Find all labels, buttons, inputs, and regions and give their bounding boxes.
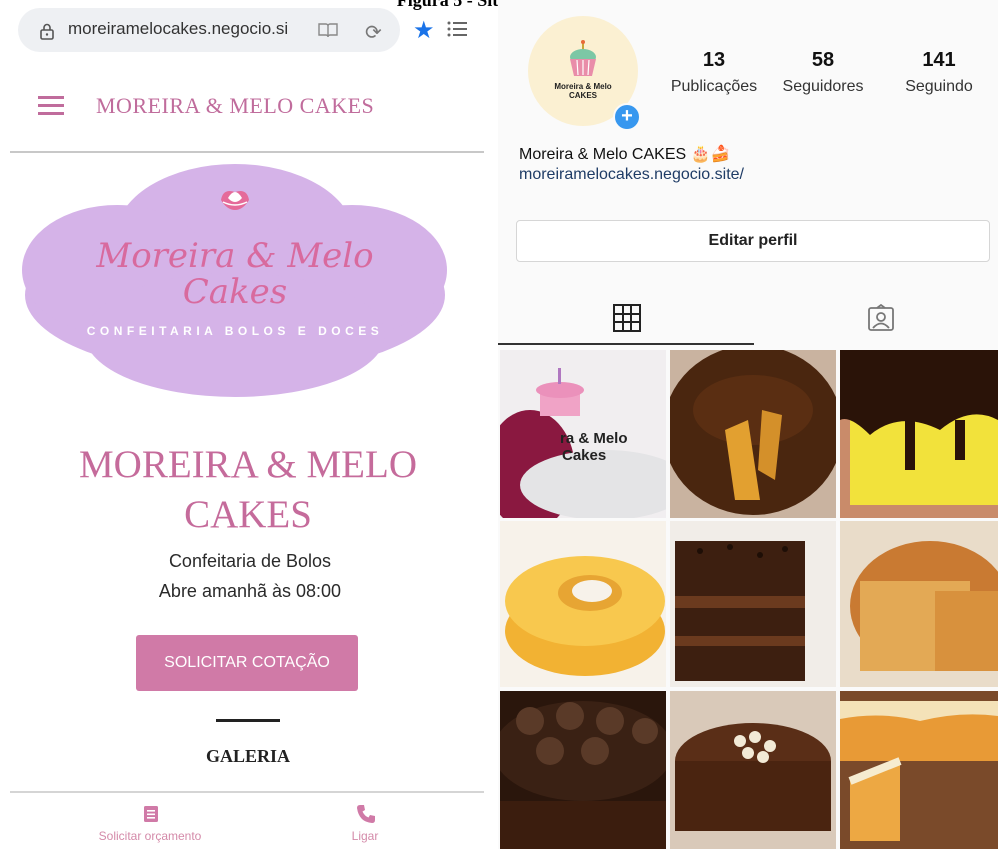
post-image [670, 350, 836, 518]
following-label[interactable]: Seguindo [884, 78, 994, 96]
refresh-icon[interactable]: ⟳ [365, 20, 382, 45]
logo-script-line1: Moreira & Melo [96, 236, 374, 276]
post-thumbnail[interactable] [840, 521, 998, 687]
posts-label[interactable]: Publicações [659, 78, 769, 96]
post-thumbnail[interactable] [840, 691, 998, 849]
following-count[interactable]: 141 [884, 49, 994, 72]
bottom-nav-divider [10, 791, 484, 793]
avatar-text: Moreira & Melo CAKES [554, 82, 612, 100]
post-image [840, 350, 998, 518]
post-image [670, 521, 836, 687]
bookmark-star-icon[interactable]: ★ [413, 16, 435, 45]
site-header-title[interactable]: MOREIRA & MELO CAKES [96, 93, 374, 119]
quote-document-icon[interactable] [143, 805, 159, 823]
request-quote-button[interactable]: SOLICITAR COTAÇÃO [136, 635, 358, 691]
post-thumbnail[interactable]: ra & Melo Cakes [500, 350, 666, 518]
active-tab-indicator [498, 343, 754, 345]
followers-count[interactable]: 58 [768, 49, 878, 72]
post-thumbnail[interactable] [670, 691, 836, 849]
url-text[interactable]: moreiramelocakes.negocio.si [68, 19, 288, 39]
logo-subtitle: CONFEITARIA BOLOS E DOCES [86, 324, 384, 338]
business-category: Confeitaria de Bolos [168, 551, 332, 571]
header-divider [10, 151, 484, 153]
post-image [840, 521, 998, 687]
hamburger-menu-icon[interactable] [38, 96, 64, 116]
grid-icon[interactable] [613, 304, 641, 332]
gallery-heading: GALERIA [205, 746, 290, 766]
reader-mode-icon[interactable] [318, 22, 338, 38]
post-text-line2: Cakes [562, 447, 607, 464]
edit-profile-button[interactable]: Editar perfil [516, 220, 990, 262]
logo-script-line2: Cakes [182, 272, 288, 312]
post-image [840, 691, 998, 849]
profile-link[interactable]: moreiramelocakes.negocio.site/ [519, 166, 744, 184]
lock-icon [40, 23, 54, 40]
post-image [500, 521, 666, 687]
post-image [500, 691, 666, 849]
post-thumbnail[interactable] [500, 691, 666, 849]
cupcake-logo-icon [570, 40, 596, 76]
profile-name: Moreira & Melo CAKES 🎂🍰 [519, 146, 731, 163]
opening-hours: Abre amanhã às 08:00 [158, 581, 342, 601]
followers-label[interactable]: Seguidores [768, 78, 878, 96]
post-thumbnail[interactable] [840, 350, 998, 518]
nav-call[interactable]: Ligar [300, 829, 430, 843]
posts-count[interactable]: 13 [659, 49, 769, 72]
post-text-line1: ra & Melo [560, 430, 628, 447]
menu-list-icon[interactable] [447, 20, 467, 38]
post-image [670, 691, 836, 849]
logo-script-text: Moreira & Melo Cakes [60, 238, 410, 310]
nav-request-quote[interactable]: Solicitar orçamento [40, 829, 260, 843]
tagged-photos-icon[interactable] [867, 304, 895, 332]
main-title: MOREIRA & MELO CAKES [78, 443, 417, 536]
phone-icon[interactable] [355, 803, 377, 825]
add-story-icon[interactable]: + [613, 103, 641, 131]
post-thumbnail[interactable] [670, 350, 836, 518]
post-thumbnail[interactable] [500, 521, 666, 687]
post-thumbnail[interactable] [670, 521, 836, 687]
section-divider [216, 719, 280, 722]
